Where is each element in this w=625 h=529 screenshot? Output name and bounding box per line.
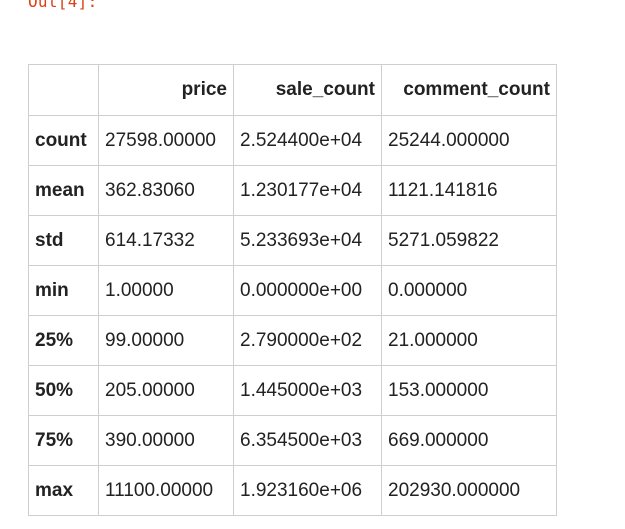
table-cell: 390.00000: [98, 415, 234, 466]
table-row: min 1.00000 0.000000e+00 0.000000: [28, 265, 557, 316]
table-cell: 205.00000: [98, 365, 234, 416]
index-header-cell: [28, 64, 99, 116]
table-cell: 6.354500e+03: [233, 415, 382, 466]
table-row: max 11100.00000 1.923160e+06 202930.0000…: [28, 465, 557, 516]
table-cell: 0.000000: [381, 265, 557, 316]
column-header-price: price: [98, 64, 234, 116]
table-cell: 5.233693e+04: [233, 215, 382, 266]
output-prompt: Out[4]:: [28, 0, 98, 11]
row-label: std: [28, 215, 99, 266]
row-label: count: [28, 115, 99, 166]
table-row: std 614.17332 5.233693e+04 5271.059822: [28, 215, 557, 266]
table-cell: 362.83060: [98, 165, 234, 216]
row-label: 50%: [28, 365, 99, 416]
table-cell: 669.000000: [381, 415, 557, 466]
table-cell: 1121.141816: [381, 165, 557, 216]
column-header-comment-count: comment_count: [381, 64, 557, 116]
row-label: 25%: [28, 315, 99, 366]
table-cell: 202930.000000: [381, 465, 557, 516]
column-header-sale-count: sale_count: [233, 64, 382, 116]
row-label: 75%: [28, 415, 99, 466]
table-cell: 2.524400e+04: [233, 115, 382, 166]
table-row: 75% 390.00000 6.354500e+03 669.000000: [28, 415, 557, 466]
table-cell: 2.790000e+02: [233, 315, 382, 366]
row-label: mean: [28, 165, 99, 216]
table-row: count 27598.00000 2.524400e+04 25244.000…: [28, 115, 557, 166]
table-row: mean 362.83060 1.230177e+04 1121.141816: [28, 165, 557, 216]
table-cell: 27598.00000: [98, 115, 234, 166]
table-cell: 1.445000e+03: [233, 365, 382, 416]
table-cell: 11100.00000: [98, 465, 234, 516]
describe-dataframe-table: price sale_count comment_count count 275…: [28, 64, 557, 516]
table-cell: 1.00000: [98, 265, 234, 316]
table-row: 50% 205.00000 1.445000e+03 153.000000: [28, 365, 557, 416]
table-cell: 21.000000: [381, 315, 557, 366]
row-label: min: [28, 265, 99, 316]
table-row: 25% 99.00000 2.790000e+02 21.000000: [28, 315, 557, 366]
table-cell: 1.923160e+06: [233, 465, 382, 516]
table-cell: 1.230177e+04: [233, 165, 382, 216]
table-cell: 5271.059822: [381, 215, 557, 266]
row-label: max: [28, 465, 99, 516]
table-cell: 25244.000000: [381, 115, 557, 166]
table-cell: 153.000000: [381, 365, 557, 416]
table-cell: 0.000000e+00: [233, 265, 382, 316]
table-header-row: price sale_count comment_count: [28, 64, 557, 116]
table-cell: 99.00000: [98, 315, 234, 366]
table-cell: 614.17332: [98, 215, 234, 266]
